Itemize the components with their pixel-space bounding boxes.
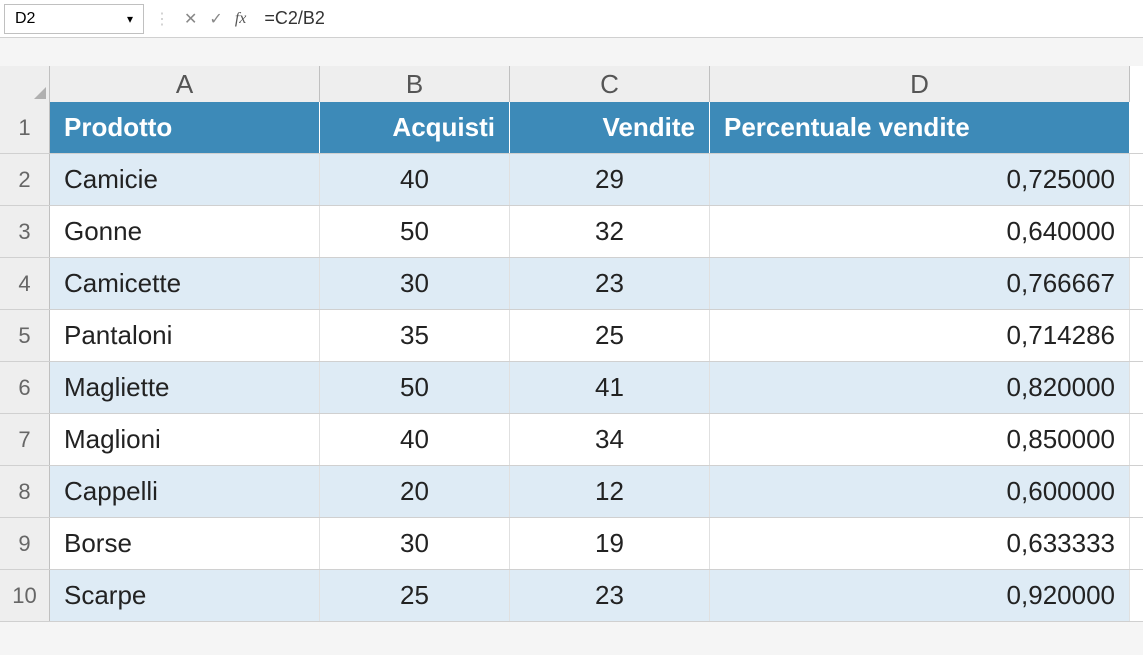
- table-row: 2 Camicie 40 29 0,725000: [0, 154, 1143, 206]
- header-percentuale[interactable]: Percentuale vendite: [710, 102, 1130, 153]
- cell-percentuale[interactable]: 0,600000: [710, 466, 1130, 517]
- column-headers-row: A B C D: [0, 66, 1143, 102]
- cell-acquisti[interactable]: 25: [320, 570, 510, 621]
- cell-percentuale[interactable]: 0,820000: [710, 362, 1130, 413]
- cell-prodotto[interactable]: Scarpe: [50, 570, 320, 621]
- column-header-A[interactable]: A: [50, 66, 320, 102]
- cell-vendite[interactable]: 12: [510, 466, 710, 517]
- cell-percentuale[interactable]: 0,633333: [710, 518, 1130, 569]
- cell-prodotto[interactable]: Camicette: [50, 258, 320, 309]
- confirm-icon[interactable]: ✓: [209, 9, 222, 29]
- cell-vendite[interactable]: 41: [510, 362, 710, 413]
- row-header[interactable]: 3: [0, 206, 50, 257]
- cell-prodotto[interactable]: Pantaloni: [50, 310, 320, 361]
- cell-prodotto[interactable]: Borse: [50, 518, 320, 569]
- row-header[interactable]: 4: [0, 258, 50, 309]
- cell-acquisti[interactable]: 30: [320, 518, 510, 569]
- row-header[interactable]: 1: [0, 102, 50, 153]
- formula-input[interactable]: =C2/B2: [254, 4, 1143, 33]
- header-acquisti[interactable]: Acquisti: [320, 102, 510, 153]
- table-row: 4 Camicette 30 23 0,766667: [0, 258, 1143, 310]
- cell-percentuale[interactable]: 0,766667: [710, 258, 1130, 309]
- row-header[interactable]: 6: [0, 362, 50, 413]
- name-box-value: D2: [15, 10, 35, 28]
- cell-acquisti[interactable]: 20: [320, 466, 510, 517]
- cell-prodotto[interactable]: Maglioni: [50, 414, 320, 465]
- formula-bar-icons: ⋮ ✕ ✓ fx: [144, 9, 254, 29]
- row-header[interactable]: 2: [0, 154, 50, 205]
- table-header-row: 1 Prodotto Acquisti Vendite Percentuale …: [0, 102, 1143, 154]
- cell-prodotto[interactable]: Magliette: [50, 362, 320, 413]
- row-header[interactable]: 8: [0, 466, 50, 517]
- spreadsheet-grid: A B C D 1 Prodotto Acquisti Vendite Perc…: [0, 66, 1143, 622]
- cell-acquisti[interactable]: 50: [320, 362, 510, 413]
- cell-acquisti[interactable]: 50: [320, 206, 510, 257]
- table-row: 7 Maglioni 40 34 0,850000: [0, 414, 1143, 466]
- triangle-icon: [34, 87, 46, 99]
- cell-prodotto[interactable]: Cappelli: [50, 466, 320, 517]
- cell-percentuale[interactable]: 0,640000: [710, 206, 1130, 257]
- name-box[interactable]: D2 ▾: [4, 4, 144, 34]
- table-row: 10 Scarpe 25 23 0,920000: [0, 570, 1143, 622]
- cancel-icon[interactable]: ✕: [184, 9, 197, 29]
- row-header[interactable]: 7: [0, 414, 50, 465]
- cell-acquisti[interactable]: 40: [320, 414, 510, 465]
- cell-acquisti[interactable]: 35: [320, 310, 510, 361]
- cell-acquisti[interactable]: 30: [320, 258, 510, 309]
- cell-vendite[interactable]: 19: [510, 518, 710, 569]
- table-row: 6 Magliette 50 41 0,820000: [0, 362, 1143, 414]
- formula-bar: D2 ▾ ⋮ ✕ ✓ fx =C2/B2: [0, 0, 1143, 38]
- row-header[interactable]: 10: [0, 570, 50, 621]
- cell-vendite[interactable]: 29: [510, 154, 710, 205]
- column-header-C[interactable]: C: [510, 66, 710, 102]
- cell-percentuale[interactable]: 0,850000: [710, 414, 1130, 465]
- table-row: 3 Gonne 50 32 0,640000: [0, 206, 1143, 258]
- header-prodotto[interactable]: Prodotto: [50, 102, 320, 153]
- cell-percentuale[interactable]: 0,920000: [710, 570, 1130, 621]
- cell-prodotto[interactable]: Gonne: [50, 206, 320, 257]
- cell-prodotto[interactable]: Camicie: [50, 154, 320, 205]
- column-header-B[interactable]: B: [320, 66, 510, 102]
- chevron-down-icon[interactable]: ▾: [127, 12, 133, 26]
- column-header-D[interactable]: D: [710, 66, 1130, 102]
- row-header[interactable]: 5: [0, 310, 50, 361]
- cell-percentuale[interactable]: 0,725000: [710, 154, 1130, 205]
- cell-vendite[interactable]: 23: [510, 570, 710, 621]
- cell-percentuale[interactable]: 0,714286: [710, 310, 1130, 361]
- table-row: 9 Borse 30 19 0,633333: [0, 518, 1143, 570]
- fx-icon[interactable]: fx: [235, 10, 247, 28]
- cell-vendite[interactable]: 25: [510, 310, 710, 361]
- cell-vendite[interactable]: 23: [510, 258, 710, 309]
- cell-vendite[interactable]: 32: [510, 206, 710, 257]
- divider-icon: ⋮: [154, 9, 170, 29]
- cell-acquisti[interactable]: 40: [320, 154, 510, 205]
- header-vendite[interactable]: Vendite: [510, 102, 710, 153]
- row-header[interactable]: 9: [0, 518, 50, 569]
- select-all-corner[interactable]: [0, 66, 50, 102]
- table-row: 8 Cappelli 20 12 0,600000: [0, 466, 1143, 518]
- cell-vendite[interactable]: 34: [510, 414, 710, 465]
- table-row: 5 Pantaloni 35 25 0,714286: [0, 310, 1143, 362]
